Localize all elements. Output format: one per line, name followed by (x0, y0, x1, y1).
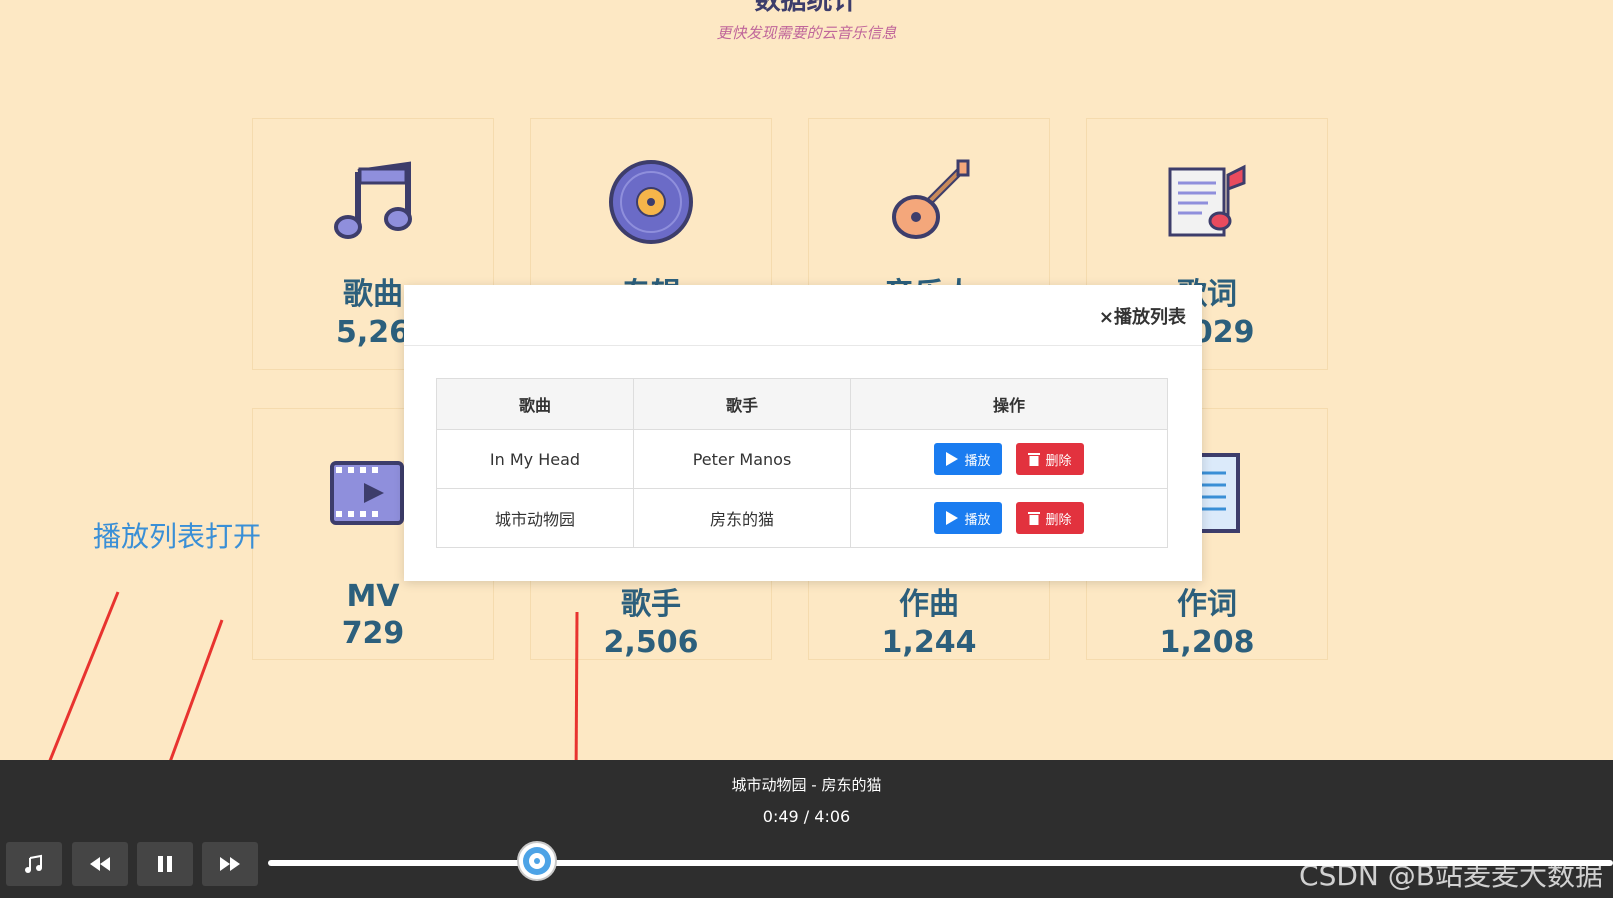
column-header-artist: 歌手 (633, 378, 851, 430)
album-art-icon (523, 847, 551, 875)
stat-label: 作词 (1177, 587, 1237, 622)
player-bar: 城市动物园 - 房东的猫 0:49 / 4:06 CSDN @B站麦麦大数据 (0, 760, 1613, 898)
next-button[interactable] (202, 842, 258, 886)
modal-header: ×播放列表 (404, 285, 1202, 346)
play-button-label: 播放 (964, 453, 991, 469)
stat-value: 2,506 (603, 625, 699, 660)
stat-label: 作曲 (899, 587, 959, 622)
playlist-table: 歌曲 歌手 操作 In My Head Peter Manos 播放 删除 城市… (436, 378, 1168, 548)
play-button[interactable]: 播放 (934, 443, 1003, 475)
modal-title: 播放列表 (1114, 307, 1186, 328)
playlist-button[interactable] (6, 842, 62, 886)
music-note-icon (25, 854, 42, 873)
delete-button[interactable]: 删除 (1015, 443, 1084, 475)
playback-time: 0:49 / 4:06 (762, 807, 851, 826)
song-cell: 城市动物园 (436, 488, 634, 548)
lyrics-sheet-icon (1168, 164, 1246, 237)
actions-cell: 播放 删除 (850, 429, 1168, 489)
delete-button-label: 删除 (1045, 453, 1072, 469)
modal-close-button[interactable]: ×播放列表 (1099, 303, 1186, 329)
table-header-row: 歌曲 歌手 操作 (436, 378, 1168, 430)
play-icon (946, 452, 959, 466)
trash-icon (1027, 453, 1040, 466)
page-subtitle: 更快发现需要的云音乐信息 (716, 24, 897, 42)
column-header-actions: 操作 (850, 378, 1168, 430)
modal-body: 歌曲 歌手 操作 In My Head Peter Manos 播放 删除 城市… (404, 346, 1202, 580)
actions-cell: 播放 删除 (850, 488, 1168, 548)
delete-button-label: 删除 (1045, 512, 1072, 528)
annotation-label: 播放列表打开 (93, 520, 262, 553)
close-icon[interactable]: × (1099, 307, 1114, 328)
pause-button[interactable] (137, 842, 193, 886)
delete-button[interactable]: 删除 (1015, 502, 1084, 534)
guitar-icon (892, 159, 970, 239)
playlist-modal: ×播放列表 歌曲 歌手 操作 In My Head Peter Manos 播放… (404, 285, 1202, 581)
stat-value: 729 (341, 616, 405, 651)
page-title: 数据统计 (754, 0, 859, 16)
vinyl-disc-icon (609, 160, 693, 244)
music-note-icon (334, 161, 412, 239)
rewind-icon (90, 857, 110, 871)
table-row: 城市动物园 房东的猫 播放 删除 (436, 488, 1168, 548)
stat-value: 1,244 (881, 625, 977, 660)
column-header-song: 歌曲 (436, 378, 634, 430)
play-icon (946, 511, 959, 525)
song-cell: In My Head (436, 429, 634, 489)
artist-cell: 房东的猫 (633, 488, 851, 548)
fast-forward-icon (220, 857, 240, 871)
now-playing-title: 城市动物园 - 房东的猫 (731, 776, 882, 794)
play-button[interactable]: 播放 (934, 502, 1003, 534)
trash-icon (1027, 512, 1040, 525)
stat-value: 1,208 (1159, 625, 1255, 660)
table-row: In My Head Peter Manos 播放 删除 (436, 429, 1168, 489)
play-button-label: 播放 (964, 512, 991, 528)
stat-label: MV (346, 579, 400, 614)
pause-icon (158, 856, 172, 872)
watermark-text: CSDN @B站麦麦大数据 (1299, 859, 1603, 892)
stat-label: 歌手 (621, 587, 681, 622)
artist-cell: Peter Manos (633, 429, 851, 489)
progress-thumb[interactable] (517, 841, 557, 881)
previous-button[interactable] (72, 842, 128, 886)
